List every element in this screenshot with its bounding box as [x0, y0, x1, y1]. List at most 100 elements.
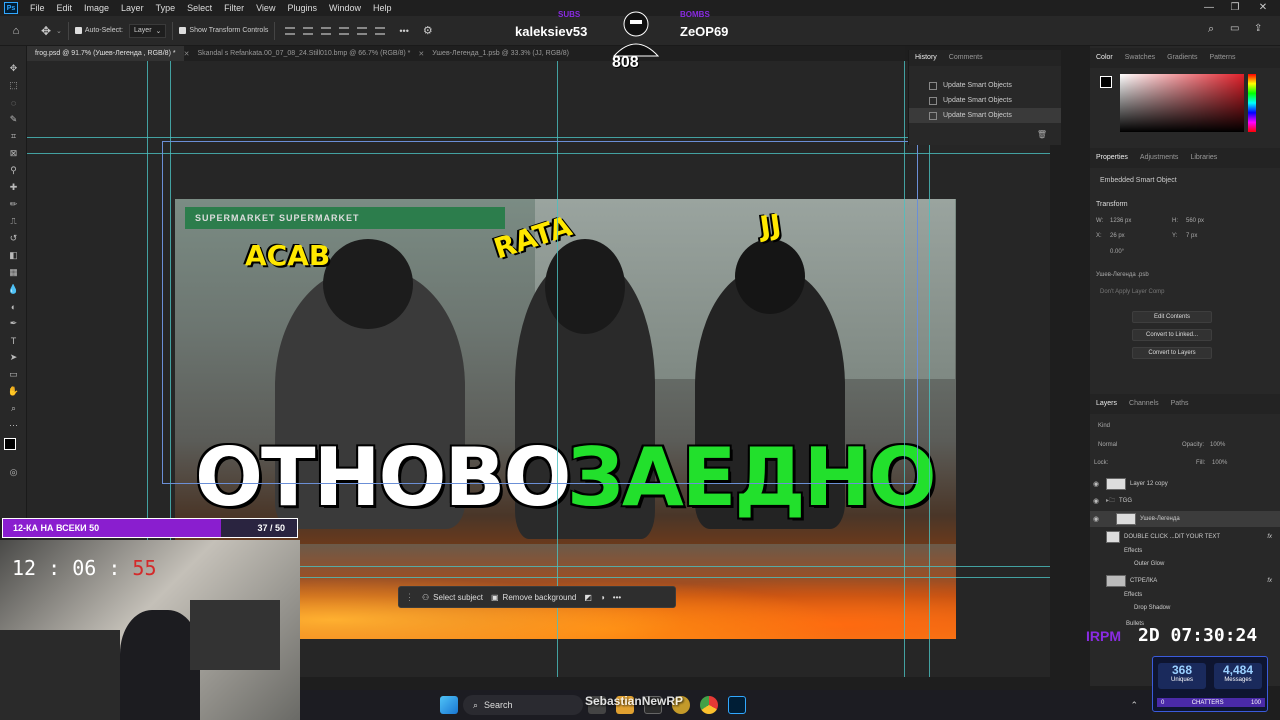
menu-type[interactable]: Type	[150, 3, 182, 13]
mask-icon[interactable]: ◩	[584, 593, 592, 602]
tab-properties[interactable]: Properties	[1090, 148, 1134, 168]
visibility-eye-icon[interactable]: ◉	[1090, 497, 1102, 505]
foreground-color-swatch[interactable]	[1100, 76, 1112, 88]
menu-select[interactable]: Select	[181, 3, 218, 13]
tab-libraries[interactable]: Libraries	[1184, 148, 1223, 168]
chevron-up-icon[interactable]: ⌃	[1130, 700, 1138, 711]
blur-tool-icon[interactable]: 💧	[0, 281, 27, 298]
fill-field[interactable]: 100%	[1212, 460, 1227, 466]
workspace-icon[interactable]: ▭	[1230, 23, 1239, 34]
hue-slider[interactable]	[1248, 74, 1256, 132]
tab-ushev-psb[interactable]: Ушев-Легенда_1.psb @ 33.3% (JJ, RGB/8)	[424, 46, 577, 61]
tab-swatches[interactable]: Swatches	[1119, 48, 1161, 68]
dodge-tool-icon[interactable]: ◐	[0, 298, 27, 315]
auto-select-checkbox[interactable]: Auto-Select:	[74, 27, 123, 34]
pen-tool-icon[interactable]: ✒	[0, 315, 27, 332]
marquee-tool-icon[interactable]: ⬚	[0, 77, 27, 94]
align-top-icon[interactable]	[285, 26, 296, 35]
color-swatches[interactable]	[0, 434, 26, 464]
fx-icon[interactable]: fx	[1267, 578, 1272, 584]
menu-view[interactable]: View	[250, 3, 281, 13]
type-tool-icon[interactable]: T	[0, 332, 27, 349]
tab-patterns[interactable]: Patterns	[1203, 48, 1241, 68]
eyedropper-tool-icon[interactable]: ⚲	[0, 162, 27, 179]
layer-row[interactable]: ◉ Ушев-Легенда	[1090, 511, 1280, 527]
align-center-icon[interactable]	[357, 26, 368, 35]
tab-adjustments[interactable]: Adjustments	[1134, 148, 1185, 168]
tab-color[interactable]: Color	[1090, 48, 1119, 68]
quick-mask-icon[interactable]: ◎	[0, 464, 27, 481]
blend-mode-select[interactable]: Normal	[1098, 442, 1117, 448]
menu-image[interactable]: Image	[78, 3, 115, 13]
zoom-tool-icon[interactable]: ⌕	[0, 400, 27, 417]
healing-brush-icon[interactable]: ✚	[0, 179, 27, 196]
x-field[interactable]: 26 px	[1110, 233, 1125, 239]
tab-gradients[interactable]: Gradients	[1161, 48, 1203, 68]
close-icon[interactable]: ✕	[1250, 0, 1276, 16]
trash-icon[interactable]: 🗑	[1037, 130, 1047, 139]
rectangle-tool-icon[interactable]: ▭	[0, 366, 27, 383]
layer-row[interactable]: ◉ Layer 12 copy	[1090, 476, 1280, 492]
color-picker-field[interactable]	[1120, 74, 1244, 132]
windows-start-icon[interactable]	[440, 696, 458, 714]
chrome-icon[interactable]	[700, 696, 718, 714]
path-select-icon[interactable]: ➤	[0, 349, 27, 366]
brush-tool-icon[interactable]: ✏	[0, 196, 27, 213]
effect-row[interactable]: Outer Glow	[1090, 556, 1280, 572]
effect-row[interactable]: Drop Shadow	[1090, 600, 1280, 616]
more-tools-icon[interactable]: ⋯	[0, 417, 27, 434]
tab-comments[interactable]: Comments	[943, 48, 989, 68]
hand-tool-icon[interactable]: ✋	[0, 383, 27, 400]
align-middle-icon[interactable]	[303, 26, 314, 35]
tab-layers[interactable]: Layers	[1090, 394, 1123, 414]
gradient-tool-icon[interactable]: ▦	[0, 264, 27, 281]
crop-tool-icon[interactable]: ⌗	[0, 128, 27, 145]
frame-tool-icon[interactable]: ⊠	[0, 145, 27, 162]
search-icon[interactable]: ⌕	[1208, 23, 1214, 36]
layer-comp-select[interactable]: Don't Apply Layer Comp	[1100, 289, 1165, 295]
menu-edit[interactable]: Edit	[51, 3, 79, 13]
tab-frog-psd[interactable]: frog.psd @ 91.7% (Ушев-Легенда , RGB/8) …	[27, 46, 184, 61]
home-icon[interactable]: ⌂	[6, 25, 26, 37]
taskbar-search[interactable]: ⌕ Search	[463, 695, 583, 715]
remove-background-button[interactable]: ▣ Remove background	[491, 593, 576, 602]
select-subject-button[interactable]: ⚇ Select subject	[422, 593, 483, 602]
tab-channels[interactable]: Channels	[1123, 394, 1165, 414]
adjust-icon[interactable]: ◑	[600, 593, 605, 602]
opacity-field[interactable]: 100%	[1210, 442, 1225, 448]
minimize-icon[interactable]: —	[1196, 0, 1222, 16]
convert-to-linked-button[interactable]: Convert to Linked...	[1132, 329, 1212, 341]
edit-contents-button[interactable]: Edit Contents	[1132, 311, 1212, 323]
menu-window[interactable]: Window	[323, 3, 367, 13]
convert-to-layers-button[interactable]: Convert to Layers	[1132, 347, 1212, 359]
history-item[interactable]: Update Smart Objects	[909, 108, 1061, 123]
tab-paths[interactable]: Paths	[1165, 394, 1195, 414]
history-item[interactable]: Update Smart Objects	[909, 93, 1061, 108]
visibility-eye-icon[interactable]: ◉	[1090, 515, 1102, 523]
menu-plugins[interactable]: Plugins	[281, 3, 323, 13]
photoshop-taskbar-icon[interactable]	[728, 696, 746, 714]
move-tool-icon[interactable]: ✥	[36, 24, 56, 38]
align-bottom-icon[interactable]	[321, 26, 332, 35]
foreground-color-swatch[interactable]	[4, 438, 16, 450]
tab-history[interactable]: History	[909, 48, 943, 68]
align-right-icon[interactable]	[375, 26, 386, 35]
history-brush-icon[interactable]: ↺	[0, 230, 27, 247]
visibility-eye-icon[interactable]: ◉	[1090, 480, 1102, 488]
move-tool-icon[interactable]: ✥	[0, 60, 27, 77]
menu-filter[interactable]: Filter	[218, 3, 250, 13]
y-field[interactable]: 7 px	[1186, 233, 1197, 239]
align-left-icon[interactable]	[339, 26, 350, 35]
tab-skandal-bmp[interactable]: Skandal s Refankata.00_07_08_24.Still010…	[189, 46, 418, 61]
share-icon[interactable]: ⇪	[1254, 23, 1262, 34]
menu-layer[interactable]: Layer	[115, 3, 150, 13]
show-transform-checkbox[interactable]: Show Transform Controls	[179, 27, 268, 34]
height-field[interactable]: 560 px	[1186, 218, 1204, 224]
chevron-down-icon[interactable]: ⌄	[56, 27, 62, 35]
auto-select-dropdown[interactable]: Layer ⌄	[129, 23, 167, 38]
layer-filter-select[interactable]: Kind	[1098, 423, 1110, 429]
clone-stamp-icon[interactable]: ⎍	[0, 213, 27, 230]
eraser-tool-icon[interactable]: ◧	[0, 247, 27, 264]
more-options-button[interactable]: •••	[399, 26, 408, 36]
more-actions-button[interactable]: •••	[613, 593, 621, 602]
